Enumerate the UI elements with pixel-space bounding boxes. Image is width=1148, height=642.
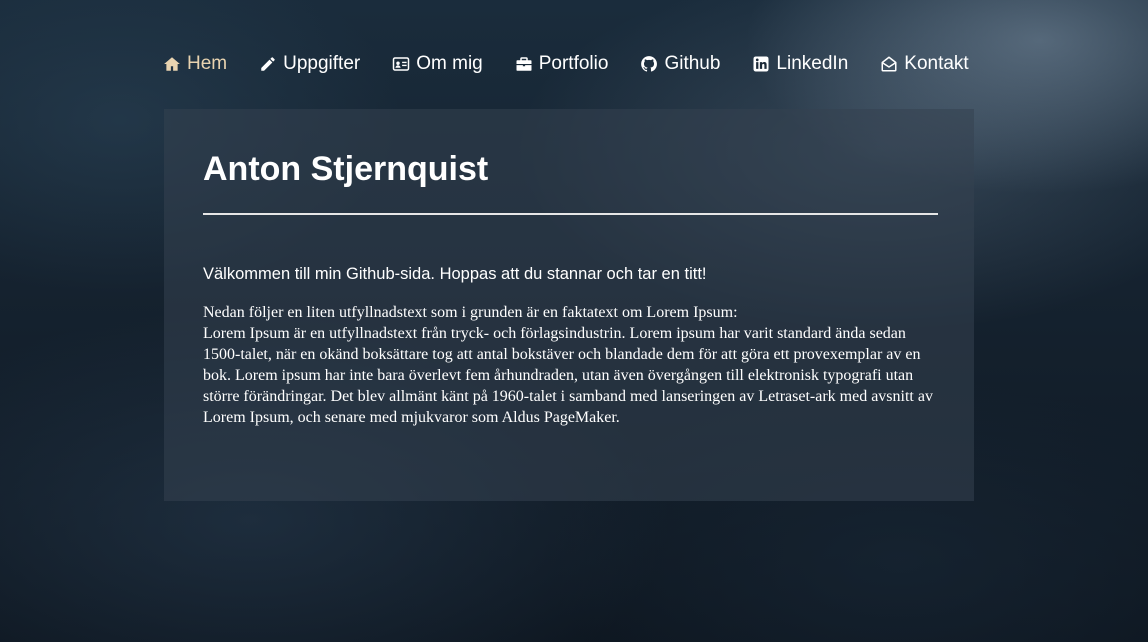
nav-item-hem[interactable]: Hem: [162, 53, 227, 75]
id-card-icon: [391, 54, 411, 74]
intro-text: Nedan följer en liten utfyllnadstext som…: [203, 303, 738, 321]
nav-item-om-mig[interactable]: Om mig: [391, 53, 483, 75]
nav-label: Uppgifter: [283, 53, 361, 74]
nav-item-portfolio[interactable]: Portfolio: [514, 53, 609, 75]
nav-item-linkedin[interactable]: LinkedIn: [751, 53, 848, 75]
nav-label: Kontakt: [904, 53, 969, 74]
envelope-open-icon: [879, 54, 899, 74]
main-nav: Hem Uppgifter Om mig Portfolio Github Li…: [162, 50, 969, 78]
lorem-text: Lorem Ipsum är en utfyllnadstext från tr…: [203, 324, 933, 426]
title-divider: [203, 213, 938, 215]
nav-label: Github: [664, 53, 721, 74]
content-panel: Anton Stjernquist Välkommen till min Git…: [164, 109, 974, 501]
nav-label: Portfolio: [538, 53, 609, 74]
home-icon: [162, 54, 182, 74]
github-icon: [639, 54, 659, 74]
nav-item-uppgifter[interactable]: Uppgifter: [258, 53, 360, 75]
page-title: Anton Stjernquist: [203, 150, 489, 188]
briefcase-icon: [514, 54, 534, 74]
nav-label: LinkedIn: [776, 53, 849, 74]
welcome-text: Välkommen till min Github-sida. Hoppas a…: [203, 265, 707, 283]
pencil-icon: [258, 54, 278, 74]
nav-item-github[interactable]: Github: [639, 53, 720, 75]
nav-label: Hem: [187, 53, 228, 74]
nav-label: Om mig: [416, 53, 483, 74]
body-text: Nedan följer en liten utfyllnadstext som…: [203, 302, 938, 428]
nav-item-kontakt[interactable]: Kontakt: [879, 53, 969, 75]
linkedin-icon: [751, 54, 771, 74]
